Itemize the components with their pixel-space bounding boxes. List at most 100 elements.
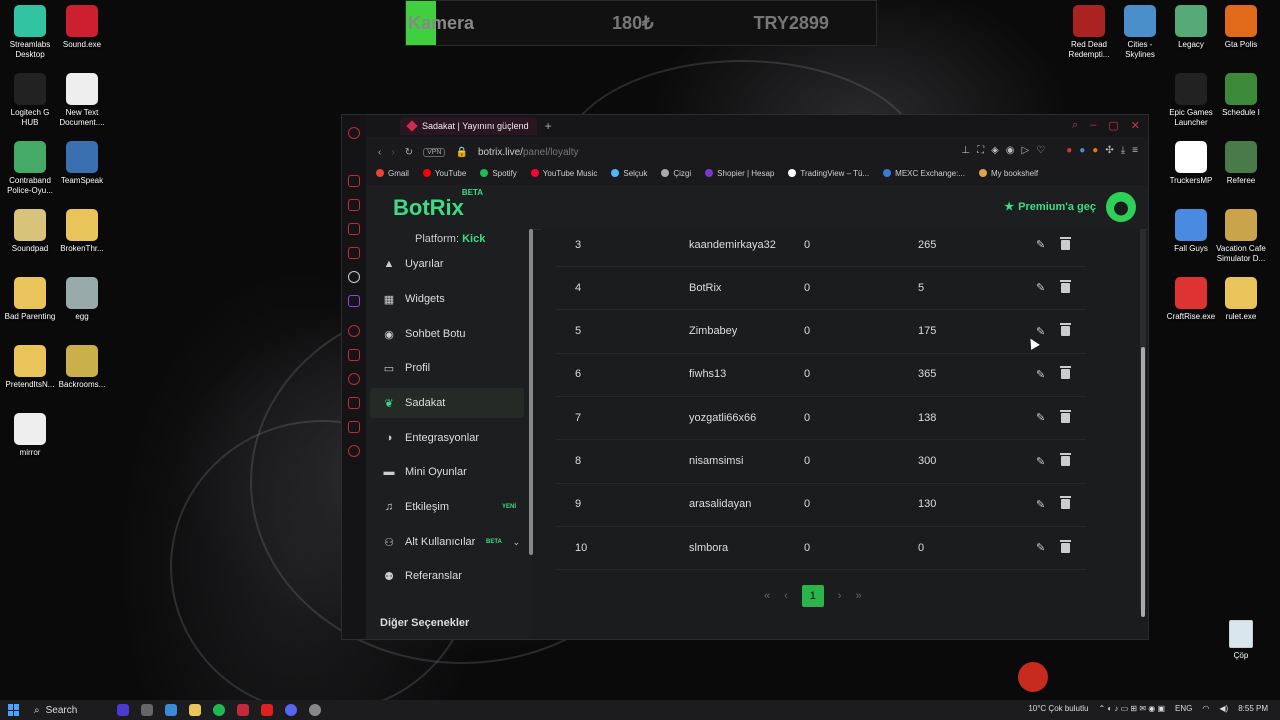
taskbar-app-icon[interactable] [141,704,154,716]
opera-logo-icon[interactable] [348,127,360,139]
bookmark-item[interactable]: TradingView – Tü... [788,169,869,178]
desktop-icon[interactable]: Backrooms... [56,345,108,390]
sidebar-item[interactable]: ⚇ Alt Kullanıcılar BETA ⌄ [370,527,524,557]
twitch-icon[interactable] [348,295,360,307]
prev-page-button[interactable]: ‹ [784,590,788,602]
desktop-icon[interactable]: Sound.exe [56,5,108,50]
reload-icon[interactable]: ↻ [405,147,413,158]
delete-icon[interactable] [1060,539,1071,553]
delete-icon[interactable] [1060,279,1071,293]
desktop-icon[interactable]: Contraband Police-Oyu... [4,141,56,196]
sidebar-icon[interactable] [348,223,360,235]
sidebar-icon[interactable] [348,247,360,259]
scrollbar-thumb[interactable] [1141,347,1145,617]
send-icon[interactable] [348,349,360,361]
extension-icon[interactable]: ● [1066,145,1072,156]
maximize-button[interactable]: ▢ [1108,119,1118,132]
desktop-icon[interactable]: mirror [4,413,56,458]
bookmark-item[interactable]: Selçuk [611,169,647,178]
desktop-icon[interactable]: Cities - Skylines [1114,5,1166,60]
sidebar-scrollbar[interactable] [529,229,533,555]
volume-icon[interactable]: ◀) [1219,704,1228,713]
edit-icon[interactable]: ✎ [1036,368,1045,381]
desktop-icon[interactable]: Epic Games Launcher [1165,73,1217,128]
bookmark-item[interactable]: Çizgi [661,169,691,178]
history-icon[interactable] [348,373,360,385]
chatgpt-icon[interactable] [348,271,360,283]
minimize-button[interactable]: – [1090,119,1096,132]
vpn-badge[interactable]: VPN [423,147,446,157]
menu-icon[interactable]: ≡ [1132,145,1138,156]
sidebar-item[interactable]: ◉ Sohbet Botu [370,319,524,349]
taskbar-app-icon[interactable] [309,704,322,716]
desktop-icon[interactable]: Referee [1215,141,1267,186]
desktop-icon[interactable]: Fall Guys [1165,209,1217,254]
desktop-icon[interactable]: Bad Parenting [4,277,56,322]
sidebar-item[interactable]: ▦ Widgets [370,284,524,314]
settings-icon[interactable] [348,445,360,457]
snapshot-icon[interactable]: ⛶ [977,145,984,156]
delete-icon[interactable] [1060,236,1071,250]
desktop-icon[interactable]: New Text Document.... [56,73,108,128]
shield-icon[interactable]: ◈ [991,145,999,156]
sidebar-item[interactable]: ▲ Uyarılar [370,249,524,279]
wifi-icon[interactable]: ◠ [1202,704,1209,713]
desktop-icon[interactable]: Vacation Cafe Simulator D... [1215,209,1267,264]
extension-icon[interactable] [348,421,360,433]
desktop-icon[interactable]: Gta Polis [1215,5,1267,50]
url-field[interactable]: botrix.live/panel/loyalty [478,147,579,158]
other-options-heading[interactable]: Diğer Seçenekler [380,617,469,629]
bookmark-item[interactable]: YouTube Music [530,169,597,178]
delete-icon[interactable] [1060,496,1071,510]
edit-icon[interactable]: ✎ [1036,238,1045,251]
play-icon[interactable]: ▷ [1022,145,1030,156]
sidebar-item[interactable]: ♫ Etkileşim YENİ [370,492,524,522]
sidebar-item[interactable]: ▭ Profil [370,353,524,383]
delete-icon[interactable] [1060,453,1071,466]
taskbar-app-icon[interactable] [117,704,130,716]
chevron-down-icon[interactable]: ⌄ [512,537,520,548]
content-scrollbar[interactable] [1140,229,1146,617]
camera-icon[interactable]: ◉ [1006,145,1015,156]
search-icon[interactable]: ⌕ [1072,119,1078,132]
bookmark-item[interactable]: Gmail [376,169,409,178]
extension-icon[interactable]: ● [1092,145,1098,156]
sidebar-item[interactable]: ⚉ Referanslar [370,561,524,591]
sidebar-icon[interactable] [348,175,360,187]
next-page-button[interactable]: › [838,590,842,602]
botrix-logo[interactable]: BotRixBETA [393,188,483,221]
edit-icon[interactable]: ✎ [1036,455,1045,468]
edit-icon[interactable]: ✎ [1036,541,1045,554]
desktop-icon[interactable]: Legacy [1165,5,1217,50]
edit-icon[interactable]: ✎ [1036,325,1045,338]
desktop-icon[interactable]: Logitech G HUB [4,73,56,128]
desktop-icon[interactable]: Streamlabs Desktop [4,5,56,60]
heart-icon[interactable]: ♡ [1036,145,1045,156]
forward-icon[interactable]: › [391,147,394,158]
weather-widget[interactable]: 10°C Çok bulutlu [1028,704,1088,713]
tab-active[interactable]: Sadakat | Yayınını güçlend [400,117,537,135]
discord-icon[interactable] [285,704,298,716]
clock[interactable]: 8:55 PM [1238,704,1268,713]
extension-icon[interactable]: ● [1079,145,1085,156]
edit-icon[interactable]: ✎ [1036,281,1045,294]
pin-icon[interactable]: ⊥ [961,145,970,156]
bookmark-item[interactable]: Spotify [480,169,517,178]
windows-start-icon[interactable] [8,704,20,716]
sidebar-item[interactable]: ❦ Sadakat [370,388,524,418]
sidebar-icon[interactable] [348,325,360,337]
sidebar-item[interactable]: ▬ Mini Oyunlar [370,457,524,487]
download-icon[interactable]: ⤓ [1121,145,1125,156]
spotify-icon[interactable] [213,704,226,716]
bookmark-item[interactable]: YouTube [422,169,466,178]
premium-button[interactable]: ★ Premium'a geç [1004,200,1096,214]
desktop-icon[interactable]: BrokenThr... [56,209,108,254]
desktop-icon[interactable]: TruckersMP [1165,141,1217,186]
download-icon[interactable] [348,397,360,409]
back-icon[interactable]: ‹ [378,147,381,158]
bookmark-item[interactable]: Shopier | Hesap [705,169,774,178]
bookmark-item[interactable]: MEXC Exchange:... [883,169,965,178]
sidebar-icon[interactable] [348,199,360,211]
desktop-icon[interactable]: PretendItsN... [4,345,56,390]
edit-icon[interactable]: ✎ [1036,498,1045,511]
